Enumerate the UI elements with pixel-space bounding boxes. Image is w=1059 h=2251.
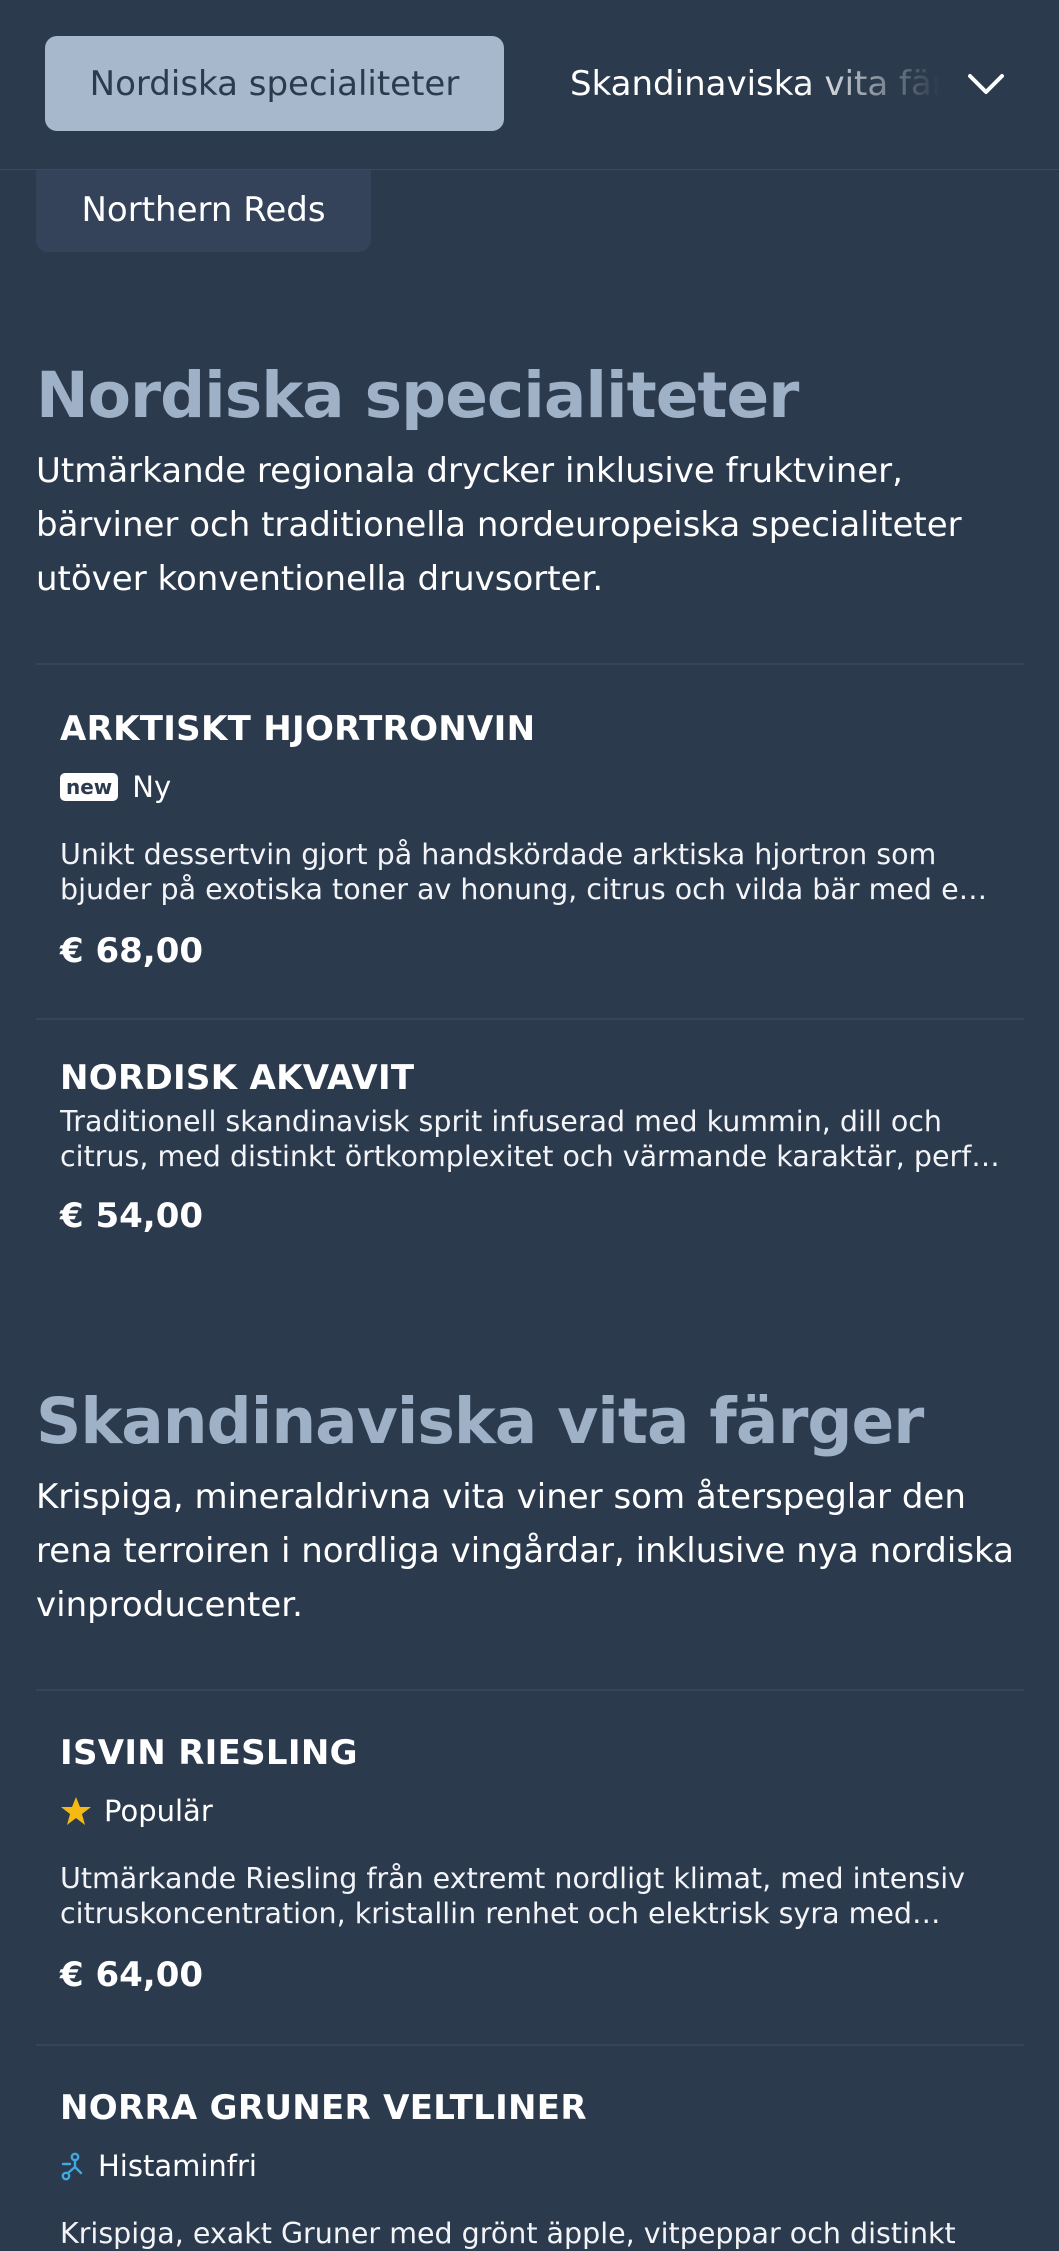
item-description: Unikt dessertvin gjort på handskördade a… bbox=[60, 838, 1000, 906]
item-name: NORDISK AKVAVIT bbox=[60, 1058, 415, 1098]
menu-item-arktiskt-hjortronvin[interactable]: ARKTISKT HJORTRONVIN new Ny Unikt desser… bbox=[36, 663, 1024, 1019]
section-title: Skandinaviska vita färger bbox=[36, 1385, 924, 1458]
badge-label: Populär bbox=[104, 1794, 213, 1828]
item-badge: Populär bbox=[60, 1791, 1000, 1831]
menu-item-norra-gruner-veltliner[interactable]: NORRA GRUNER VELTLINER Histaminfri Krisp… bbox=[36, 2044, 1024, 2250]
item-name: ISVIN RIESLING bbox=[60, 1733, 358, 1773]
star-icon bbox=[61, 1797, 91, 1825]
item-description: Traditionell skandinavisk sprit infusera… bbox=[60, 1105, 1000, 1173]
menu-item-nordisk-akvavit[interactable]: NORDISK AKVAVIT Traditionell skandinavis… bbox=[36, 1018, 1024, 1278]
menu-item-isvin-riesling[interactable]: ISVIN RIESLING Populär Utmärkande Riesli… bbox=[36, 1689, 1024, 2045]
section-description: Utmärkande regionala drycker inklusive f… bbox=[36, 451, 962, 599]
tab-skandinaviska-vita-farger[interactable]: Skandinaviska vita färger bbox=[570, 56, 940, 112]
chevron-down-icon[interactable] bbox=[958, 56, 1014, 112]
category-chip-northern-reds[interactable]: Northern Reds bbox=[36, 168, 371, 252]
section-skandinaviska-vita-farger: Skandinaviska vita färger Krispiga, mine… bbox=[36, 1384, 1024, 1632]
item-price: € 64,00 bbox=[60, 1955, 204, 1995]
category-nav-bar: Nordiska specialiteter Skandinaviska vit… bbox=[0, 0, 1059, 170]
section-description: Krispiga, mineraldrivna vita viner som å… bbox=[36, 1477, 1014, 1625]
badge-label: Ny bbox=[132, 770, 172, 804]
item-description: Krispiga, exakt Gruner med grönt äpple, … bbox=[60, 2217, 956, 2250]
item-name: ARKTISKT HJORTRONVIN bbox=[60, 709, 536, 749]
item-badge: Histaminfri bbox=[60, 2146, 1000, 2186]
histamine-free-icon bbox=[61, 2152, 83, 2181]
badge-label: Histaminfri bbox=[98, 2149, 257, 2183]
section-nordiska-specialiteter: Nordiska specialiteter Utmärkande region… bbox=[36, 358, 1024, 606]
item-description: Utmärkande Riesling från extremt nordlig… bbox=[60, 1862, 966, 1930]
section-title: Nordiska specialiteter bbox=[36, 359, 799, 432]
item-price: € 54,00 bbox=[60, 1196, 204, 1236]
item-name: NORRA GRUNER VELTLINER bbox=[60, 2088, 587, 2128]
item-price: € 68,00 bbox=[60, 931, 204, 971]
item-badge: new Ny bbox=[60, 767, 1000, 807]
new-tag-icon: new bbox=[60, 773, 119, 801]
tab-nordiska-specialiteter[interactable]: Nordiska specialiteter bbox=[45, 36, 504, 131]
